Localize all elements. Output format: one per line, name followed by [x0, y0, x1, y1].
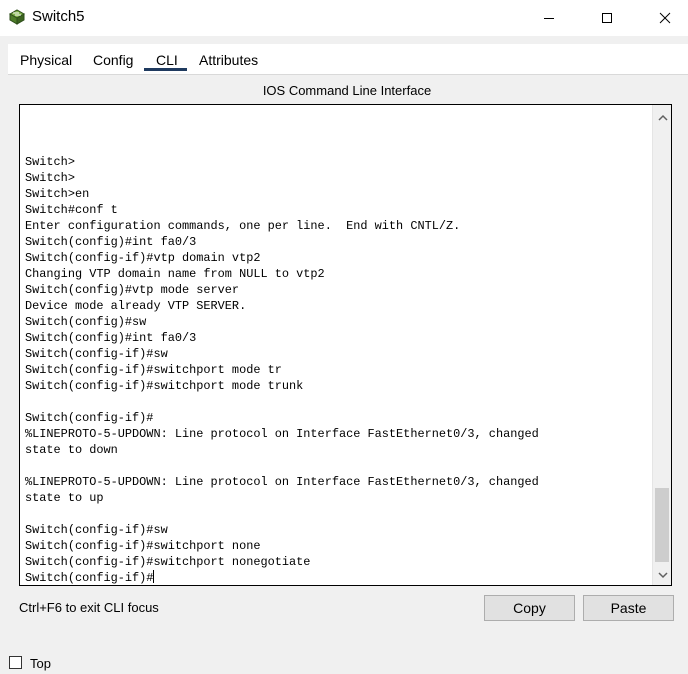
scroll-down-button[interactable]: [653, 565, 671, 585]
terminal-line: state to down: [25, 443, 118, 457]
terminal-line: Switch(config-if)#sw: [25, 523, 168, 537]
terminal-line: Switch(config)#int fa0/3: [25, 235, 197, 249]
text-cursor: [153, 570, 155, 583]
cli-focus-hint: Ctrl+F6 to exit CLI focus: [19, 600, 159, 615]
chevron-up-icon: [657, 114, 668, 121]
terminal-line: Switch>en: [25, 187, 90, 201]
terminal-line: Switch(config)#int fa0/3: [25, 331, 197, 345]
terminal-output[interactable]: Switch> Switch> Switch>en Switch#conf t …: [25, 154, 539, 585]
terminal-line: Switch(config-if)#switchport nonegotiate: [25, 555, 311, 569]
maximize-icon: [602, 13, 612, 23]
terminal-line: Switch(config-if)#sw: [25, 347, 168, 361]
minimize-icon: [544, 18, 554, 19]
tab-physical[interactable]: Physical: [20, 52, 72, 70]
terminal-line: Changing VTP domain name from NULL to vt…: [25, 267, 325, 281]
terminal-line: Switch(config-if)#: [25, 411, 154, 425]
paste-button[interactable]: Paste: [583, 595, 674, 621]
scrollbar-thumb[interactable]: [655, 488, 669, 562]
footer-bar: [0, 648, 688, 674]
top-checkbox[interactable]: [9, 656, 22, 669]
terminal-line: Device mode already VTP SERVER.: [25, 299, 247, 313]
terminal-line: Switch(config-if)#vtp domain vtp2: [25, 251, 261, 265]
tab-attributes[interactable]: Attributes: [199, 52, 258, 70]
terminal-line: Enter configuration commands, one per li…: [25, 219, 461, 233]
terminal-line: Switch(config-if)#: [25, 571, 154, 585]
close-icon: [659, 12, 671, 24]
terminal-line: Switch#conf t: [25, 203, 118, 217]
terminal-line: Switch(config-if)#switchport mode tr: [25, 363, 282, 377]
terminal-line: Switch(config-if)#switchport none: [25, 539, 261, 553]
switch-app-icon: [8, 8, 26, 26]
minimize-button[interactable]: [526, 0, 572, 36]
terminal-line: Switch>: [25, 171, 75, 185]
close-button[interactable]: [642, 0, 688, 36]
copy-button[interactable]: Copy: [484, 595, 575, 621]
tab-config[interactable]: Config: [93, 52, 133, 70]
terminal-line: state to up: [25, 491, 104, 505]
maximize-button[interactable]: [584, 0, 630, 36]
cli-heading: IOS Command Line Interface: [262, 83, 432, 98]
window-title: Switch5: [32, 8, 85, 25]
terminal-line: %LINEPROTO-5-UPDOWN: Line protocol on In…: [25, 475, 539, 489]
terminal-line: Switch(config)#vtp mode server: [25, 283, 240, 297]
terminal-line: Switch(config-if)#switchport mode trunk: [25, 379, 304, 393]
scroll-up-button[interactable]: [653, 108, 671, 128]
top-label: Top: [30, 656, 51, 671]
cli-terminal[interactable]: Switch> Switch> Switch>en Switch#conf t …: [19, 104, 672, 586]
active-tab-indicator: [144, 68, 187, 71]
terminal-line: %LINEPROTO-5-UPDOWN: Line protocol on In…: [25, 427, 539, 441]
title-bar: Switch5: [0, 0, 688, 36]
chevron-down-icon: [657, 572, 668, 579]
terminal-scrollbar[interactable]: [652, 105, 671, 585]
terminal-line: Switch(config)#sw: [25, 315, 147, 329]
terminal-line: Switch>: [25, 155, 75, 169]
